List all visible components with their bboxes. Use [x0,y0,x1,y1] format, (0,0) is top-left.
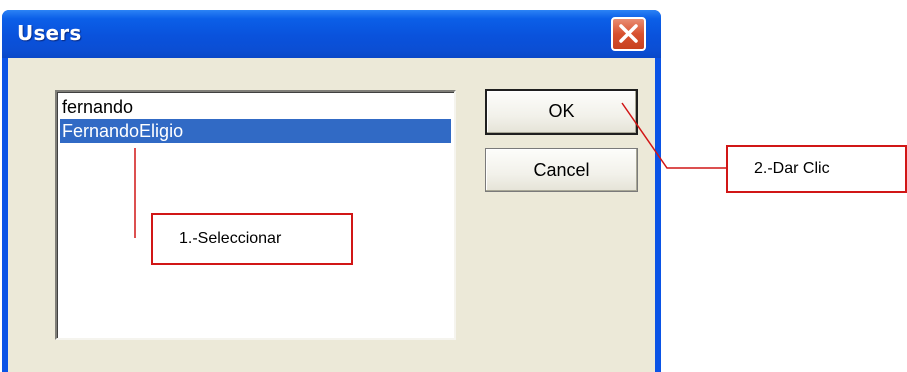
leader-line-click [621,102,726,169]
annotation-select: 1.-Seleccionar [151,213,353,265]
annotation-click: 2.-Dar Clic [726,145,907,193]
screenshot-canvas: Users fernando FernandoEligio OK Cancel … [0,0,907,372]
